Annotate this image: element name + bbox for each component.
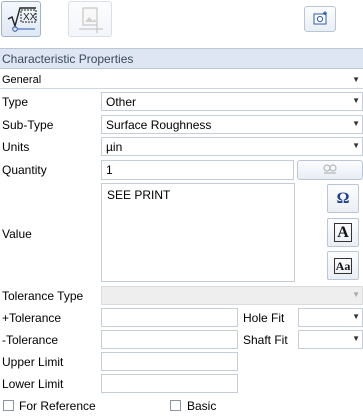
type-value: Other <box>106 95 137 109</box>
lower-limit-label: Lower Limit <box>2 377 64 391</box>
svg-text:XX: XX <box>23 12 37 23</box>
omega-icon: Ω <box>336 190 350 207</box>
upper-limit-input[interactable] <box>101 352 238 371</box>
quantity-value: 1 <box>106 163 113 177</box>
subtype-dropdown[interactable]: Surface Roughness ▼ <box>101 115 363 134</box>
upper-limit-label: Upper Limit <box>2 355 64 369</box>
shaft-fit-dropdown[interactable]: ▼ <box>298 330 363 349</box>
chevron-down-icon: ▼ <box>352 312 360 321</box>
chevron-down-icon: ▼ <box>352 141 360 150</box>
subtype-label: Sub-Type <box>2 118 54 132</box>
link-icon <box>323 164 337 174</box>
chevron-down-icon: ▼ <box>352 334 360 343</box>
insert-symbol-button[interactable]: Ω <box>327 184 359 213</box>
case-button[interactable]: Aa <box>327 251 359 280</box>
snapshot-icon <box>313 11 327 25</box>
tolerance-type-label: Tolerance Type <box>2 289 84 303</box>
snapshot-button[interactable] <box>304 6 336 32</box>
units-dropdown[interactable]: µin ▼ <box>101 137 363 156</box>
chevron-down-icon: ▼ <box>352 96 360 105</box>
units-label: Units <box>2 140 30 154</box>
case-icon: Aa <box>333 258 353 274</box>
for-reference-label: For Reference <box>19 399 96 413</box>
hole-fit-dropdown[interactable]: ▼ <box>298 308 363 327</box>
section-label: General <box>2 74 42 86</box>
value-label: Value <box>2 227 32 241</box>
panel-title: Characteristic Properties <box>0 48 363 69</box>
chevron-down-icon: ▼ <box>352 290 360 299</box>
minus-tolerance-label: -Tolerance <box>2 333 59 347</box>
lower-limit-input[interactable] <box>101 374 238 393</box>
image-placeholder-icon <box>79 7 103 33</box>
tolerance-type-dropdown[interactable]: ▼ <box>101 286 363 305</box>
insert-image-button[interactable] <box>68 1 112 37</box>
quantity-link-button[interactable] <box>297 160 363 180</box>
chevron-down-icon: ▼ <box>352 119 360 128</box>
basic-checkbox[interactable] <box>170 400 181 411</box>
plus-tolerance-input[interactable] <box>101 308 238 327</box>
sqrt-xx-icon: XX <box>7 7 37 32</box>
units-value: µin <box>106 140 123 154</box>
subtype-value: Surface Roughness <box>106 118 212 132</box>
for-reference-checkbox[interactable] <box>3 400 14 411</box>
basic-label: Basic <box>187 399 217 413</box>
plus-tolerance-label: +Tolerance <box>2 311 62 325</box>
hole-fit-label: Hole Fit <box>243 311 285 325</box>
chevron-down-icon: ▼ <box>352 75 360 84</box>
shaft-fit-label: Shaft Fit <box>243 333 288 347</box>
value-textarea[interactable]: SEE PRINT <box>101 183 295 282</box>
minus-tolerance-input[interactable] <box>101 330 238 349</box>
font-button[interactable]: A <box>327 218 359 247</box>
quantity-input[interactable]: 1 <box>101 160 294 180</box>
quantity-label: Quantity <box>2 163 47 177</box>
value-text: SEE PRINT <box>107 188 171 202</box>
insert-formula-button[interactable]: XX <box>1 1 41 37</box>
type-label: Type <box>2 95 29 109</box>
section-dropdown[interactable]: General ▼ <box>0 72 363 89</box>
type-dropdown[interactable]: Other ▼ <box>101 92 363 111</box>
font-icon: A <box>334 223 352 242</box>
